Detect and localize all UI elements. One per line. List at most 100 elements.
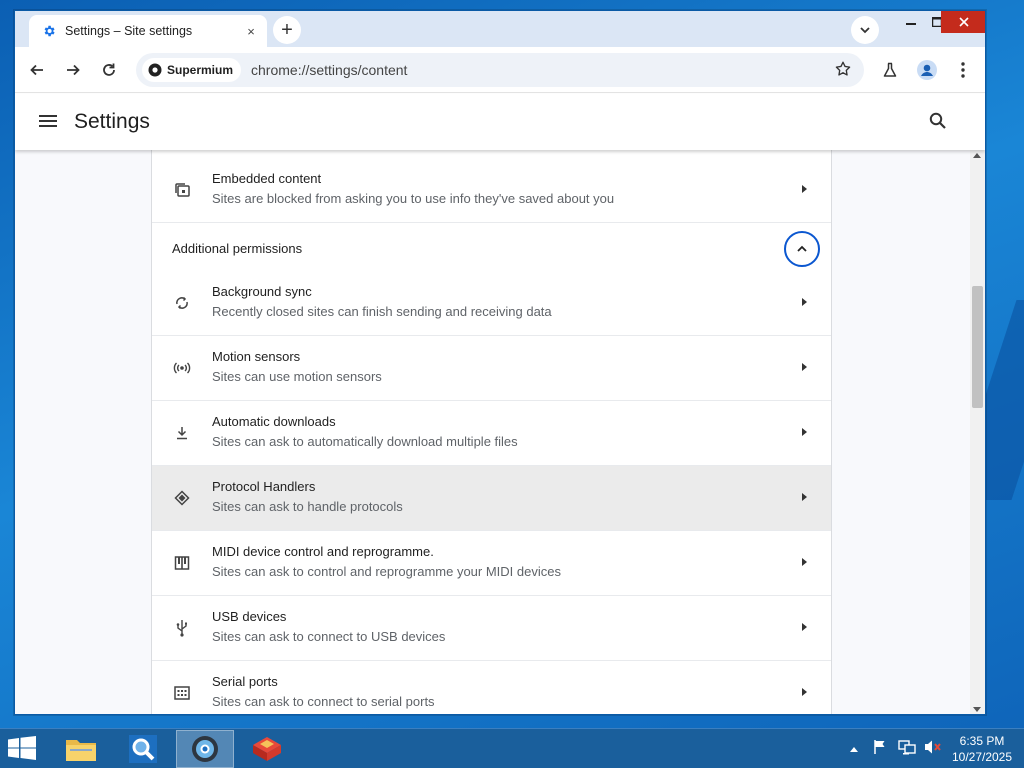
row-title: MIDI device control and reprogramme. bbox=[212, 544, 434, 559]
row-title: Protocol Handlers bbox=[212, 479, 316, 494]
chevron-down-icon bbox=[860, 27, 870, 34]
menu-button[interactable] bbox=[949, 56, 977, 84]
close-window-button[interactable] bbox=[941, 11, 985, 33]
minimize-button[interactable] bbox=[898, 11, 924, 33]
usb-icon bbox=[172, 618, 192, 638]
page-scrollbar[interactable] bbox=[970, 150, 985, 714]
clock-date: 10/27/2025 bbox=[951, 750, 1013, 764]
magnifier-icon bbox=[129, 735, 157, 763]
chevron-up-icon bbox=[797, 245, 807, 252]
taskbar-app[interactable] bbox=[238, 730, 296, 768]
search-icon bbox=[929, 112, 946, 129]
main-menu-button[interactable] bbox=[37, 112, 59, 132]
taskbar-search-app[interactable] bbox=[114, 730, 172, 768]
arrow-right-icon bbox=[802, 185, 807, 193]
new-tab-button[interactable]: + bbox=[273, 16, 301, 44]
url-text[interactable]: chrome://settings/content bbox=[251, 62, 407, 78]
page-title: Settings bbox=[74, 110, 150, 133]
row-subtitle: Sites can ask to connect to serial ports bbox=[212, 694, 435, 709]
taskbar: 6:35 PM 10/27/2025 bbox=[0, 728, 1024, 768]
list-item-embedded-content[interactable]: Embedded content Sites are blocked from … bbox=[152, 158, 831, 223]
toolbox-icon bbox=[253, 737, 281, 761]
section-label: Additional permissions bbox=[172, 241, 303, 256]
browser-window: Settings – Site settings × + Supermium c… bbox=[14, 10, 986, 715]
search-settings-button[interactable] bbox=[929, 112, 947, 135]
tab-close-button[interactable]: × bbox=[243, 23, 259, 39]
protocol-icon bbox=[172, 488, 192, 508]
browser-globe-icon bbox=[192, 736, 218, 762]
back-arrow-icon bbox=[30, 64, 43, 76]
network-icon[interactable] bbox=[898, 739, 916, 760]
volume-muted-icon[interactable] bbox=[924, 739, 942, 760]
settings-content: Embedded content Sites are blocked from … bbox=[15, 150, 970, 714]
scroll-up-arrow-icon[interactable] bbox=[973, 153, 981, 158]
arrow-right-icon bbox=[802, 558, 807, 566]
more-vert-icon bbox=[961, 62, 965, 78]
row-title: USB devices bbox=[212, 609, 287, 624]
sensors-icon bbox=[172, 358, 192, 378]
tab-settings[interactable]: Settings – Site settings × bbox=[29, 15, 267, 47]
tab-search-button[interactable] bbox=[851, 16, 879, 44]
forward-button[interactable] bbox=[59, 56, 87, 84]
list-item-serial-ports[interactable]: Serial ports Sites can ask to connect to… bbox=[152, 661, 831, 714]
list-item-midi-devices[interactable]: MIDI device control and reprogramme. Sit… bbox=[152, 531, 831, 596]
clock-time: 6:35 PM bbox=[959, 734, 1005, 748]
windows-logo-icon bbox=[8, 736, 36, 760]
tab-strip: Settings – Site settings × + bbox=[15, 11, 985, 47]
row-subtitle: Sites can use motion sensors bbox=[212, 369, 382, 384]
list-item-motion-sensors[interactable]: Motion sensors Sites can use motion sens… bbox=[152, 336, 831, 401]
flag-icon[interactable] bbox=[872, 739, 888, 760]
taskbar-browser[interactable] bbox=[176, 730, 234, 768]
list-item-usb-devices[interactable]: USB devices Sites can ask to connect to … bbox=[152, 596, 831, 661]
back-button[interactable] bbox=[23, 56, 51, 84]
minimize-icon bbox=[906, 23, 916, 25]
flask-icon bbox=[883, 62, 897, 77]
row-title: Motion sensors bbox=[212, 349, 301, 364]
row-subtitle: Recently closed sites can finish sending… bbox=[212, 304, 552, 319]
arrow-right-icon bbox=[802, 623, 807, 631]
avatar-icon bbox=[917, 60, 937, 80]
address-bar[interactable]: Supermium chrome://settings/content bbox=[136, 53, 864, 87]
serial-port-icon bbox=[172, 683, 192, 703]
row-title: Serial ports bbox=[212, 674, 278, 689]
arrow-right-icon bbox=[802, 363, 807, 371]
arrow-right-icon bbox=[802, 493, 807, 501]
row-subtitle: Sites can ask to control and reprogramme… bbox=[212, 564, 561, 579]
labs-button[interactable] bbox=[876, 56, 904, 84]
clock[interactable]: 6:35 PM 10/27/2025 bbox=[944, 733, 1020, 765]
profile-button[interactable] bbox=[913, 56, 941, 84]
collapse-button[interactable] bbox=[784, 231, 820, 267]
row-title: Background sync bbox=[212, 284, 312, 299]
row-subtitle: Sites can ask to automatically download … bbox=[212, 434, 518, 449]
supermium-logo-icon bbox=[148, 63, 162, 77]
settings-header: Settings bbox=[15, 94, 985, 150]
row-subtitle: Sites can ask to connect to USB devices bbox=[212, 629, 446, 644]
reload-icon bbox=[103, 63, 115, 76]
menu-bar bbox=[39, 115, 57, 117]
site-info-chip[interactable]: Supermium bbox=[142, 58, 242, 82]
show-hidden-icons-button[interactable] bbox=[850, 746, 858, 752]
arrow-right-icon bbox=[802, 428, 807, 436]
system-tray bbox=[850, 729, 942, 768]
permissions-card: Embedded content Sites are blocked from … bbox=[151, 150, 832, 714]
list-item-automatic-downloads[interactable]: Automatic downloads Sites can ask to aut… bbox=[152, 401, 831, 466]
reload-button[interactable] bbox=[95, 56, 123, 84]
arrow-right-icon bbox=[802, 688, 807, 696]
scroll-down-arrow-icon[interactable] bbox=[973, 707, 981, 712]
gear-icon bbox=[41, 23, 57, 39]
browser-toolbar: Supermium chrome://settings/content bbox=[15, 47, 985, 93]
start-button[interactable] bbox=[8, 736, 40, 762]
download-icon bbox=[172, 423, 192, 443]
folder-icon bbox=[66, 740, 96, 761]
taskbar-file-explorer[interactable] bbox=[52, 730, 110, 768]
row-title: Automatic downloads bbox=[212, 414, 336, 429]
tab-title: Settings – Site settings bbox=[65, 24, 193, 38]
additional-permissions-section: Additional permissions bbox=[152, 223, 831, 273]
list-item-protocol-handlers[interactable]: Protocol Handlers Sites can ask to handl… bbox=[152, 466, 831, 531]
menu-bar bbox=[39, 125, 57, 127]
scrollbar-thumb[interactable] bbox=[972, 286, 983, 408]
row-subtitle: Sites are blocked from asking you to use… bbox=[212, 191, 615, 206]
list-item-background-sync[interactable]: Background sync Recently closed sites ca… bbox=[152, 271, 831, 336]
site-chip-label: Supermium bbox=[167, 63, 234, 77]
bookmark-star-icon[interactable] bbox=[834, 60, 852, 83]
